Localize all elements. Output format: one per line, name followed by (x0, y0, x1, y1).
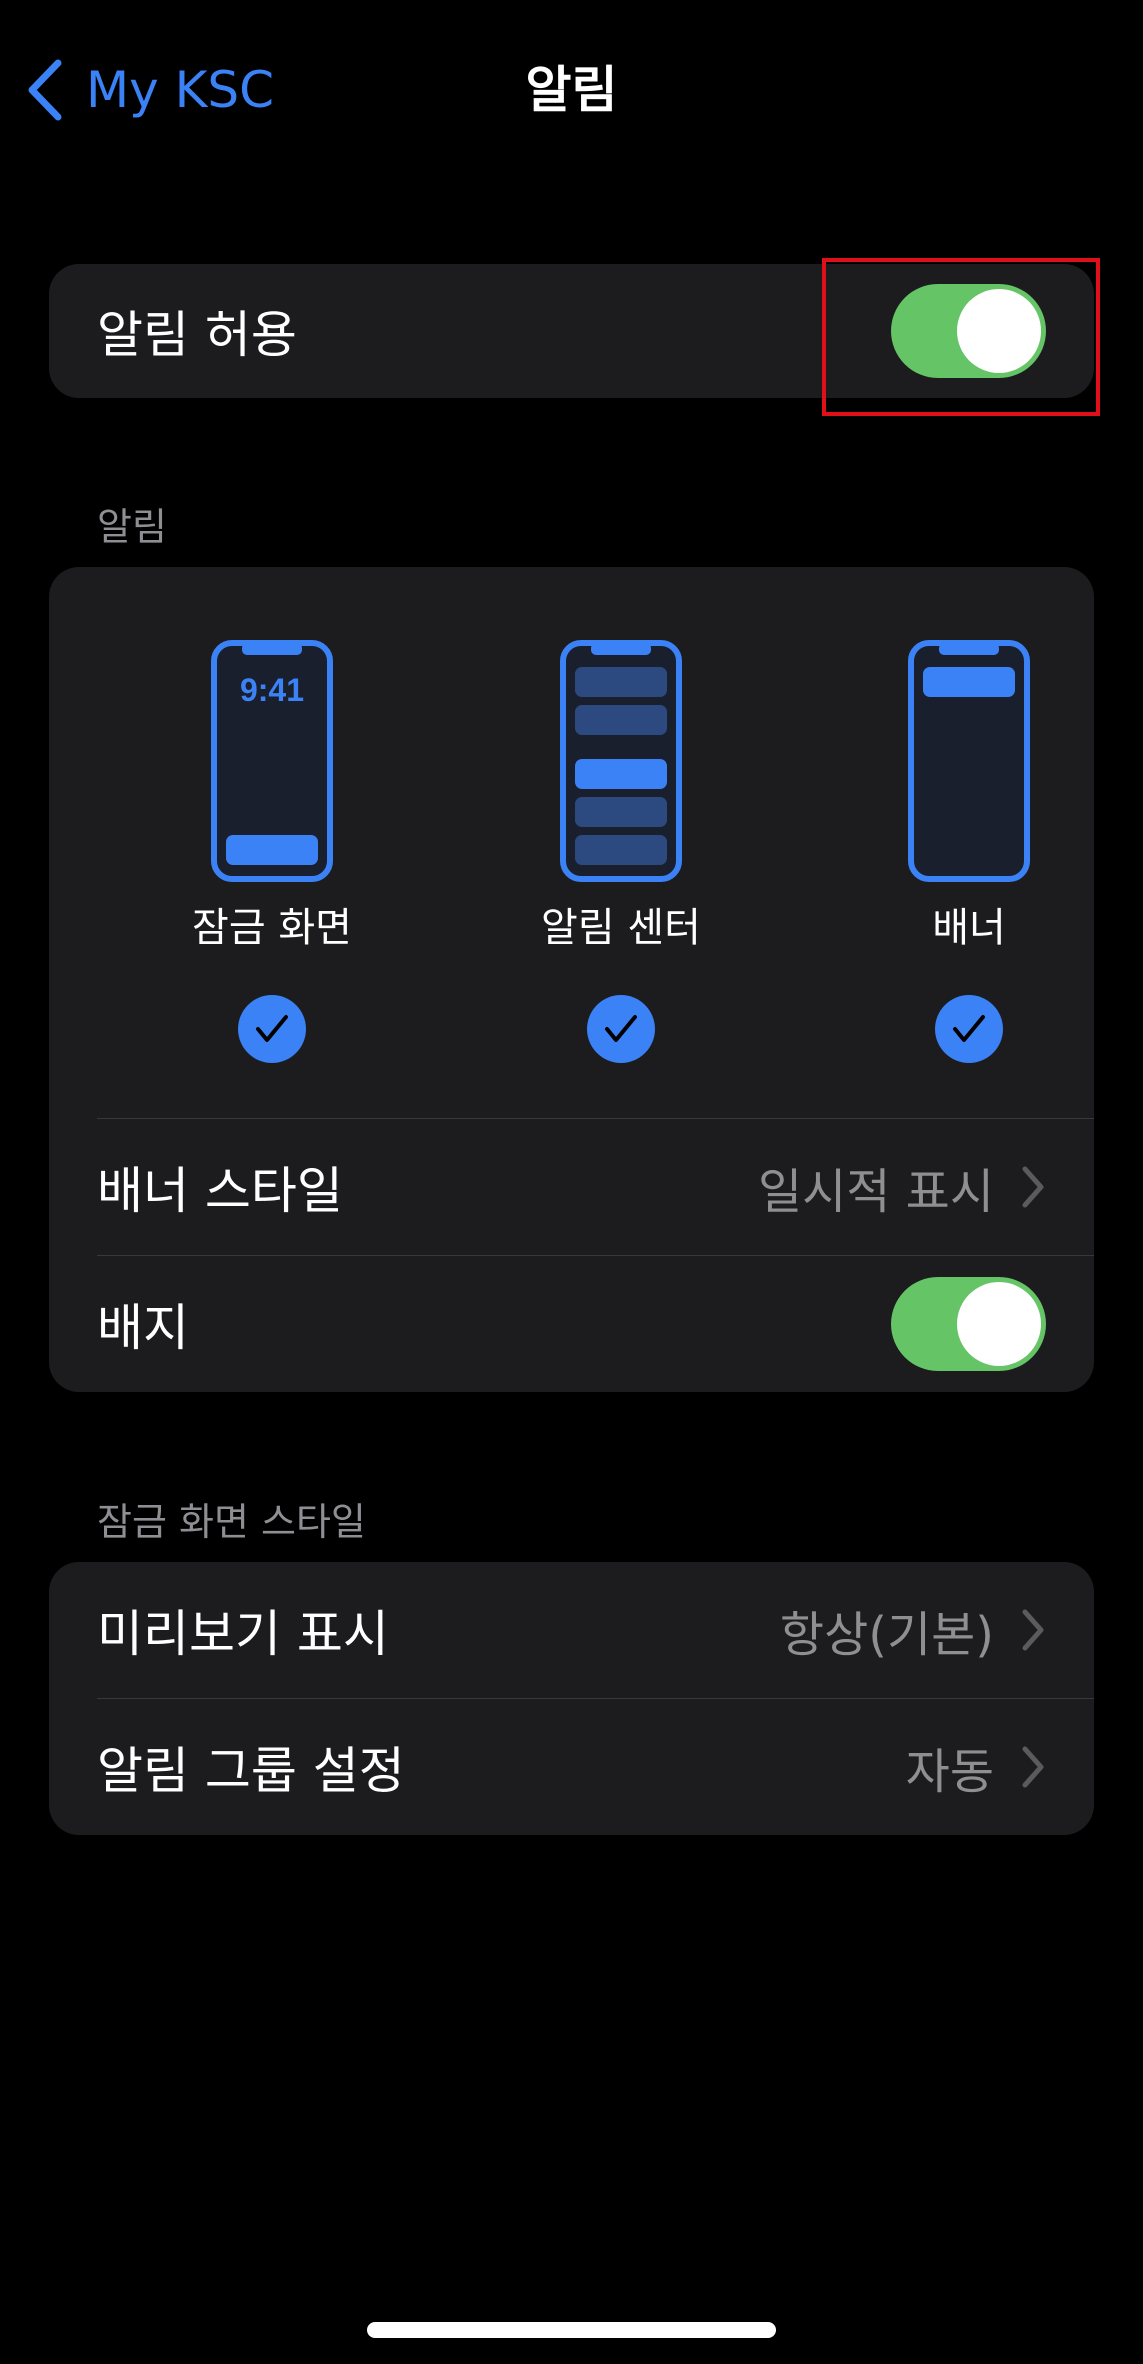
lock-screen-section-header: 잠금 화면 스타일 (97, 1500, 366, 1544)
style-label: 알림 센터 (541, 905, 701, 951)
style-label: 잠금 화면 (192, 905, 352, 951)
notification-center-phone-icon (560, 640, 682, 882)
banners-checkmark[interactable] (935, 995, 1003, 1063)
chevron-right-icon (1020, 1744, 1046, 1790)
show-previews-label: 미리보기 표시 (97, 1605, 389, 1663)
badges-label: 배지 (97, 1299, 189, 1357)
checkmark-icon (256, 1015, 288, 1042)
notification-grouping-row[interactable]: 알림 그룹 설정 자동 (49, 1699, 1094, 1835)
banner-phone-icon (908, 640, 1030, 882)
chevron-right-icon (1020, 1607, 1046, 1653)
checkmark-icon (605, 1015, 637, 1042)
style-label: 배너 (932, 905, 1006, 951)
home-indicator (367, 2322, 776, 2338)
lock-screen-clock: 9:41 (240, 672, 304, 708)
allow-notifications-label: 알림 허용 (97, 306, 297, 364)
banner-style-row[interactable]: 배너 스타일 일시적 표시 (49, 1119, 1094, 1255)
chevron-right-icon (1020, 1164, 1046, 1210)
lock-screen-phone-icon: 9:41 (211, 640, 333, 882)
alert-styles-row: 9:41 잠금 화면 알림 센터 배너 (49, 639, 1094, 1063)
toggle-knob (957, 1282, 1041, 1366)
show-previews-value: 항상(기본) (779, 1607, 994, 1663)
style-notification-center[interactable]: 알림 센터 (491, 639, 751, 1063)
style-lock-screen[interactable]: 9:41 잠금 화면 (142, 639, 402, 1063)
style-banners[interactable]: 배너 (839, 639, 1094, 1063)
banner-style-label: 배너 스타일 (97, 1162, 343, 1220)
alerts-section-header: 알림 (97, 505, 167, 549)
show-previews-row[interactable]: 미리보기 표시 항상(기본) (49, 1562, 1094, 1698)
notification-center-checkmark[interactable] (587, 995, 655, 1063)
lock-screen-checkmark[interactable] (238, 995, 306, 1063)
lock-screen-card: 미리보기 표시 항상(기본) 알림 그룹 설정 자동 (49, 1562, 1094, 1835)
notifications-settings-screen: My KSC 알림 알림 허용 알림 9:41 잠금 화면 알림 센터 배너 배… (0, 0, 1143, 2364)
notification-grouping-value: 자동 (905, 1744, 994, 1800)
checkmark-icon (953, 1015, 985, 1042)
alerts-card: 9:41 잠금 화면 알림 센터 배너 배너 스타일 일시적 표시 배지 (49, 567, 1094, 1392)
highlight-box (822, 258, 1100, 416)
notification-grouping-label: 알림 그룹 설정 (97, 1742, 405, 1800)
badges-toggle[interactable] (891, 1277, 1046, 1371)
banner-style-value: 일시적 표시 (757, 1164, 994, 1220)
page-title: 알림 (525, 61, 618, 119)
badges-row: 배지 (49, 1256, 1094, 1392)
